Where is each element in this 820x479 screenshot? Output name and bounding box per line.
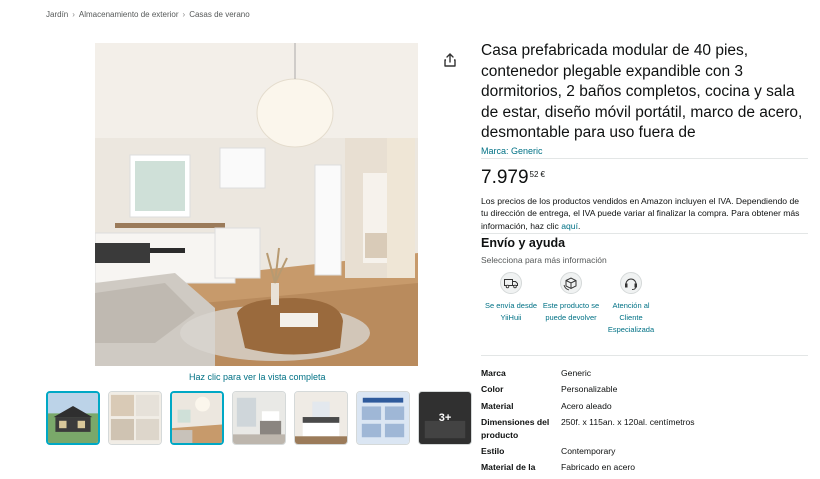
more-images-count: 3+ — [419, 392, 471, 444]
divider — [481, 233, 808, 234]
thumbnail-advantages[interactable] — [356, 391, 410, 445]
divider — [481, 158, 808, 159]
truck-icon — [500, 272, 522, 294]
spec-key: Material — [481, 400, 514, 411]
thumbnail-exterior[interactable] — [46, 391, 100, 445]
product-specs-table: Marca Generic Color Personalizable Mater… — [481, 367, 811, 478]
spec-row: Material de la Fabricado en acero — [481, 461, 811, 474]
spec-key: Material de la — [481, 462, 536, 473]
thumbnail-living[interactable] — [170, 391, 224, 445]
feature-label: Atención al Cliente Especializada — [607, 301, 655, 334]
brand-link[interactable]: Marca: Generic — [481, 146, 543, 156]
chevron-right-icon: › — [182, 10, 186, 19]
spec-value: Acero aleado — [561, 400, 612, 411]
divider — [481, 355, 808, 356]
price: 7.979 52 € — [481, 167, 545, 189]
spec-key: Dimensiones del producto — [481, 416, 550, 440]
share-icon[interactable] — [442, 52, 458, 68]
shipping-features: Se envía desde YiiHuii Este producto se … — [481, 272, 661, 336]
spec-row: Material Acero aleado — [481, 400, 811, 413]
spec-value: 250f. x 115an. x 120al. centímetros — [561, 416, 695, 427]
main-product-image[interactable] — [95, 43, 418, 366]
breadcrumb: Jardín › Almacenamiento de exterior › Ca… — [46, 10, 250, 19]
breadcrumb-item-garden[interactable]: Jardín — [46, 10, 68, 19]
breadcrumb-item-outdoor-storage[interactable]: Almacenamiento de exterior — [79, 10, 179, 19]
spec-key: Color — [481, 384, 504, 395]
tax-note-end: . — [577, 220, 581, 231]
price-currency: € — [540, 170, 545, 179]
thumbnail-bathroom[interactable] — [232, 391, 286, 445]
feature-label: Este producto se puede devolver — [542, 301, 600, 322]
spec-row: Estilo Contemporary — [481, 445, 811, 458]
full-view-link[interactable]: Haz clic para ver la vista completa — [189, 372, 326, 382]
spec-row: Dimensiones del producto 250f. x 115an. … — [481, 416, 811, 442]
feature-ships-from[interactable]: Se envía desde YiiHuii — [481, 272, 541, 336]
tax-info-link[interactable]: aquí — [561, 221, 578, 231]
shipping-section-subtitle: Selecciona para más información — [481, 255, 607, 265]
product-title: Casa prefabricada modular de 40 pies, co… — [481, 42, 803, 141]
spec-key: Estilo — [481, 445, 505, 456]
spec-row: Marca Generic — [481, 367, 811, 380]
spec-key: Marca — [481, 368, 506, 378]
spec-value: Contemporary — [561, 445, 616, 456]
breadcrumb-item-summer-houses[interactable]: Casas de verano — [189, 10, 249, 19]
spec-value: Generic — [561, 368, 592, 378]
spec-value: Personalizable — [561, 384, 618, 395]
chevron-right-icon: › — [72, 10, 75, 19]
tax-note-text: Los precios de los productos vendidos en… — [481, 196, 800, 231]
tax-note: Los precios de los productos vendidos en… — [481, 195, 807, 232]
price-fraction: 52 — [529, 170, 539, 179]
spec-value: Fabricado en acero — [561, 462, 636, 473]
feature-customer-service[interactable]: Atención al Cliente Especializada — [601, 272, 661, 336]
thumbnail-more[interactable]: 3+ — [418, 391, 472, 445]
living-room-photo — [95, 43, 418, 366]
feature-label: Se envía desde YiiHuii — [484, 301, 538, 322]
spec-row: Color Personalizable — [481, 383, 811, 396]
thumbnail-bedroom[interactable] — [294, 391, 348, 445]
return-box-icon — [560, 272, 582, 294]
thumbnail-strip: 3+ — [46, 391, 472, 445]
price-whole: 7.979 — [481, 167, 529, 188]
headset-icon — [620, 272, 642, 294]
feature-returnable[interactable]: Este producto se puede devolver — [541, 272, 601, 336]
thumbnail-rooms[interactable] — [108, 391, 162, 445]
shipping-section-title: Envío y ayuda — [481, 236, 566, 250]
